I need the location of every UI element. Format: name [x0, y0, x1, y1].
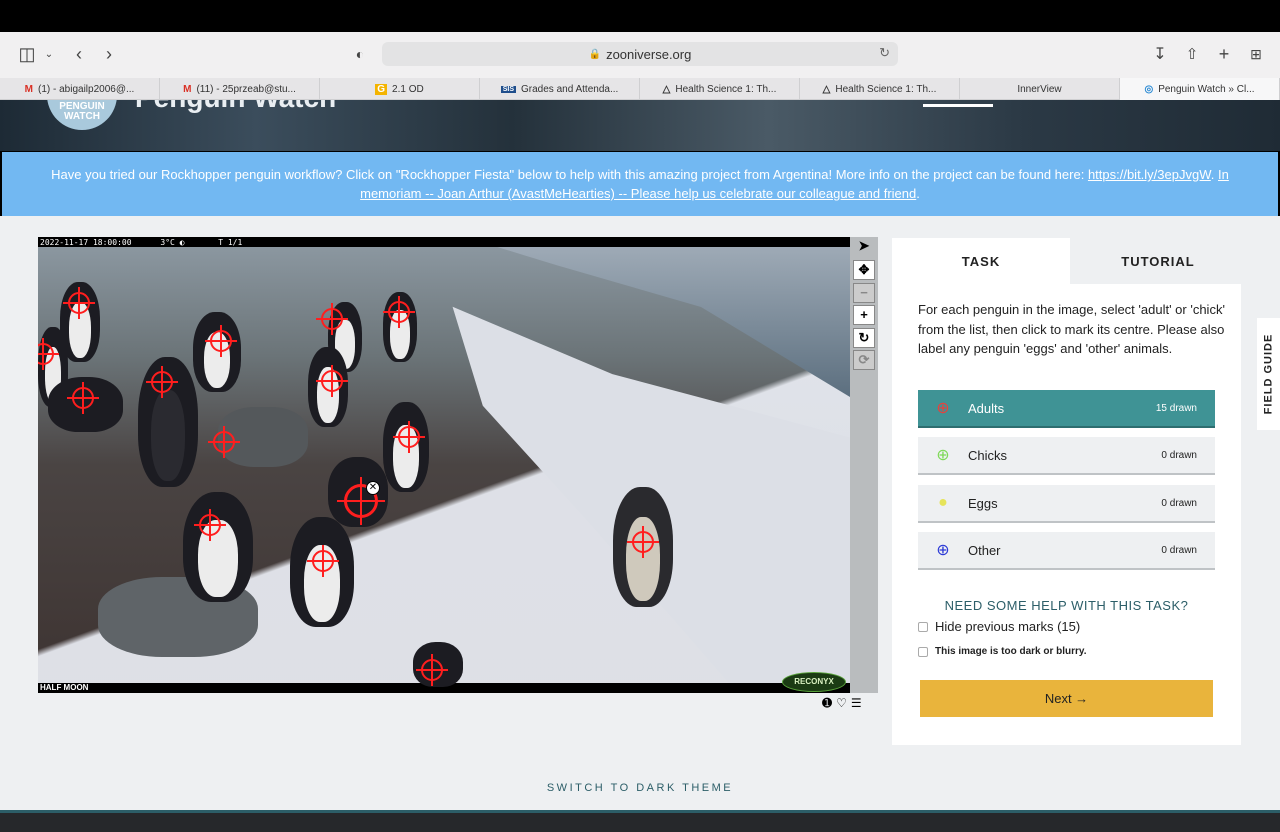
tool-chicks[interactable]: ⊕ Chicks 0 drawn	[918, 437, 1215, 475]
tool-name: Adults	[968, 400, 1005, 416]
task-panel: TASK TUTORIAL For each penguin in the im…	[892, 238, 1246, 745]
egg-icon: ●	[938, 494, 948, 511]
tool-count: 0 drawn	[1161, 544, 1197, 556]
share-icon[interactable]: ⇧	[1182, 42, 1202, 66]
reload-icon[interactable]: ↻	[879, 45, 890, 61]
classroom-icon: G	[375, 83, 388, 95]
tab-gmail-2[interactable]: M (11) - 25przeab@stu...	[160, 78, 320, 100]
tool-adults[interactable]: ⊕ Adults 15 drawn	[918, 390, 1215, 428]
penguin	[193, 312, 241, 392]
adult-mark[interactable]	[205, 325, 237, 357]
checkbox-icon[interactable]	[918, 621, 928, 632]
tab-innerview[interactable]: InnerView	[960, 78, 1120, 100]
next-button[interactable]: Next →	[920, 680, 1213, 717]
delete-mark-icon[interactable]: ✕	[366, 481, 380, 495]
tab-gmail-1[interactable]: M (1) - abigailp2006@...	[0, 78, 160, 100]
gmail-icon: M	[183, 83, 192, 95]
address-bar[interactable]: 🔒 zooniverse.org ↻	[382, 42, 898, 66]
tool-eggs[interactable]: ● Eggs 0 drawn	[918, 485, 1215, 523]
list-icon[interactable]: ☰	[851, 696, 862, 710]
sis-icon: SIS	[500, 85, 516, 93]
active-nav-indicator	[923, 104, 993, 107]
move-icon[interactable]: ✥	[853, 260, 875, 280]
project-header: PENGUINWATCH Penguin Watch	[0, 100, 1280, 151]
task-tabs: TASK TUTORIAL	[892, 238, 1246, 284]
tool-count: 0 drawn	[1161, 497, 1197, 509]
penguin-photo[interactable]	[38, 247, 850, 687]
crosshair-icon: ⊕	[936, 447, 950, 464]
tool-count: 0 drawn	[1161, 449, 1197, 461]
lock-icon: 🔒	[588, 48, 602, 60]
tool-name: Eggs	[968, 495, 998, 511]
adult-mark[interactable]	[307, 545, 339, 577]
zooniverse-icon: ◎	[1144, 83, 1154, 95]
chevron-down-icon[interactable]: ⌄	[42, 42, 56, 66]
adult-mark[interactable]	[383, 296, 415, 328]
reconyx-logo: RECONYX	[782, 672, 846, 692]
help-link[interactable]: NEED SOME HELP WITH THIS TASK?	[918, 598, 1215, 613]
gmail-icon: M	[24, 83, 33, 95]
adult-mark[interactable]	[316, 365, 348, 397]
task-instructions: For each penguin in the image, select 'a…	[918, 302, 1225, 356]
tab-health-1[interactable]: △ Health Science 1: Th...	[640, 78, 800, 100]
too-dark-checkbox[interactable]: This image is too dark or blurry.	[918, 646, 1087, 657]
tool-name: Chicks	[968, 447, 1008, 463]
tool-other[interactable]: ⊕ Other 0 drawn	[918, 532, 1215, 570]
subject-actions: ➊ ♡ ☰	[822, 696, 878, 710]
reset-icon[interactable]: ⟳	[853, 350, 875, 370]
site-footer	[0, 810, 1280, 832]
tool-count: 15 drawn	[1155, 402, 1197, 414]
rotate-icon[interactable]: ↻	[853, 328, 875, 348]
tab-tutorial[interactable]: TUTORIAL	[1070, 238, 1246, 284]
adult-mark[interactable]	[416, 654, 448, 686]
tab-classroom[interactable]: G 2.1 OD	[320, 78, 480, 100]
camera-timestamp: 2022-11-17 18:00:00 3°C ◐ T 1/1	[40, 238, 243, 247]
tool-name: Other	[968, 542, 1001, 558]
shield-icon[interactable]: ◐	[350, 42, 370, 66]
camera-site-label: HALF MOON	[40, 683, 89, 692]
field-guide-button[interactable]: FIELD GUIDE	[1257, 318, 1280, 430]
canvas-icon: △	[662, 83, 671, 95]
back-icon[interactable]: ‹	[70, 42, 88, 66]
tab-sis[interactable]: SIS Grades and Attenda...	[480, 78, 640, 100]
adult-mark[interactable]	[627, 526, 659, 558]
adult-mark[interactable]	[194, 509, 226, 541]
hide-marks-checkbox[interactable]: Hide previous marks (15)	[918, 619, 1080, 634]
project-logo[interactable]: PENGUIN WATCH	[47, 100, 117, 130]
adult-mark[interactable]	[67, 382, 99, 414]
project-title[interactable]: Penguin Watch	[135, 100, 336, 114]
pointer-icon[interactable]: ➤	[853, 237, 875, 257]
subject-image[interactable]: 2022-11-17 18:00:00 3°C ◐ T 1/1 ✕ HALF M…	[38, 237, 850, 693]
tab-bar: M (1) - abigailp2006@... M (11) - 25przeab…	[0, 78, 1280, 100]
adult-mark[interactable]	[208, 426, 240, 458]
banner-link-bitly[interactable]: https://bit.ly/3epJvgW	[1088, 167, 1211, 182]
adult-mark[interactable]	[63, 287, 95, 319]
dark-theme-toggle[interactable]: SWITCH TO DARK THEME	[0, 782, 1280, 794]
new-tab-icon[interactable]: +	[1214, 42, 1234, 66]
tab-penguin-watch[interactable]: ◎ Penguin Watch » Cl...	[1120, 78, 1280, 100]
info-icon[interactable]: ➊	[822, 696, 832, 710]
zoom-in-icon[interactable]: +	[853, 305, 875, 325]
checkbox-icon[interactable]	[918, 646, 928, 657]
adult-mark[interactable]	[316, 303, 348, 335]
forward-icon[interactable]: ›	[100, 42, 118, 66]
crosshair-icon: ⊕	[936, 542, 950, 559]
tab-overview-icon[interactable]: ⊞	[1246, 42, 1266, 66]
sidebar-toggle-icon[interactable]: ◫	[16, 42, 38, 66]
canvas-icon: △	[822, 83, 831, 95]
macos-menubar	[0, 0, 1280, 32]
heart-icon[interactable]: ♡	[836, 696, 847, 710]
tab-task[interactable]: TASK	[892, 238, 1070, 284]
announcement-banner: Have you tried our Rockhopper penguin wo…	[2, 152, 1278, 216]
adult-mark[interactable]	[146, 366, 178, 398]
penguin	[183, 492, 253, 602]
adult-mark[interactable]	[393, 421, 425, 453]
download-icon[interactable]: ↧	[1150, 42, 1170, 66]
image-toolbar: ➤ ✥ − + ↻ ⟳	[850, 237, 878, 693]
url-text: zooniverse.org	[606, 46, 692, 62]
tab-health-2[interactable]: △ Health Science 1: Th...	[800, 78, 960, 100]
zoom-out-icon[interactable]: −	[853, 283, 875, 303]
crosshair-icon: ⊕	[936, 400, 950, 417]
